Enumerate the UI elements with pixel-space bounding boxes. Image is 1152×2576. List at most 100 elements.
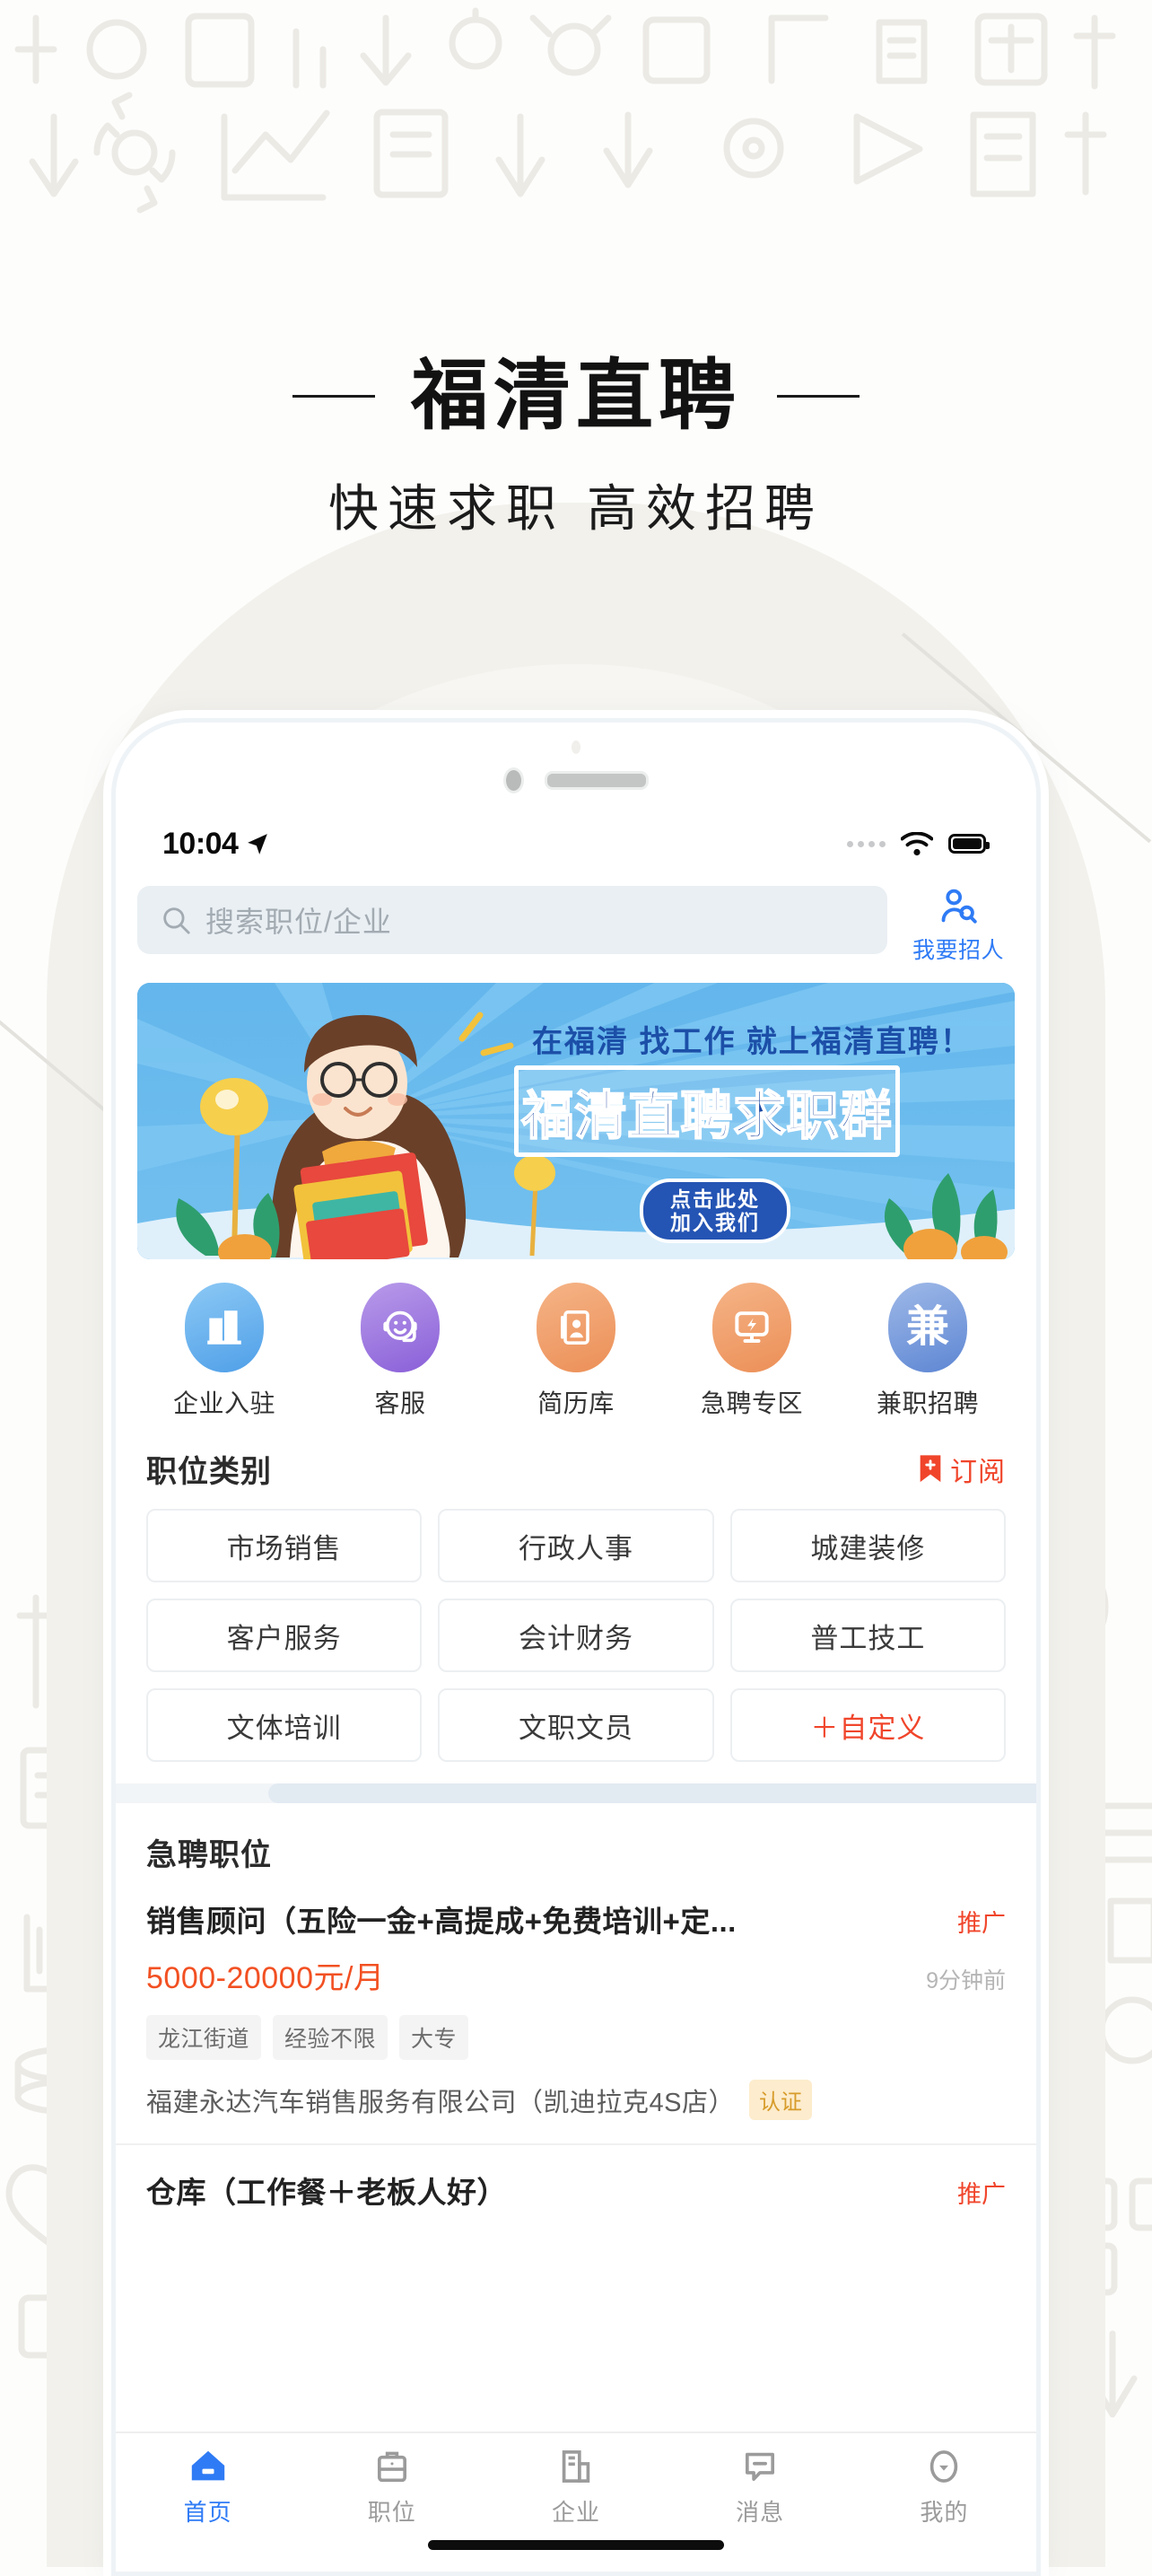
category-cell-custom[interactable]: ＋自定义 [729, 1688, 1006, 1762]
status-left: 10:04 [162, 827, 269, 862]
wifi-icon [901, 831, 933, 855]
category-cell[interactable]: 市场销售 [146, 1509, 423, 1582]
tab-label: 消息 [736, 2499, 785, 2526]
job-tag: 大专 [399, 2015, 469, 2060]
job-tags: 龙江街道 经验不限 大专 [146, 2015, 1006, 2060]
profile-icon [930, 2450, 958, 2483]
tab-jobs[interactable]: 职位 [316, 2446, 468, 2528]
job-title: 仓库（工作餐＋老板人好） [146, 2176, 507, 2209]
jian-char-icon: 兼 [888, 1283, 967, 1372]
lightning-monitor-icon [712, 1283, 791, 1372]
category-cell[interactable]: 行政人事 [438, 1509, 714, 1582]
search-row: 搜索职位/企业 我要招人 [116, 882, 1036, 965]
banner-cta-line2: 加入我们 [670, 1210, 760, 1234]
category-cell[interactable]: 文职文员 [438, 1688, 714, 1762]
battery-full-icon [948, 834, 990, 854]
rule-left [292, 394, 375, 398]
headset-face-icon [361, 1283, 440, 1372]
category-grid: 市场销售 行政人事 城建装修 客户服务 会计财务 普工技工 文体培训 文职文员 … [116, 1491, 1036, 1762]
urgent-section-title: 急聘职位 [146, 1838, 272, 1872]
page-title: 福清直聘 [411, 353, 741, 439]
quick-actions-row: 企业入驻 客服 简历库 急聘专区 兼 兼职招聘 [116, 1259, 1036, 1420]
message-icon [746, 2452, 775, 2482]
tab-label: 首页 [183, 2499, 232, 2526]
banner-main-text: 福清直聘求职群 [520, 1086, 893, 1146]
bookmark-plus-icon [920, 1454, 941, 1482]
job-posted-time: 9分钟前 [926, 1968, 1006, 1993]
recruit-button[interactable]: 我要招人 [903, 886, 1013, 965]
job-title-row: 仓库（工作餐＋老板人好） 推广 [146, 2169, 1006, 2212]
tab-messages[interactable]: 消息 [684, 2446, 836, 2528]
job-title-row: 销售顾问（五险一金+高提成+免费培训+定... 推广 [146, 1897, 1006, 1941]
promo-subtitle: 快速求职 高效招聘 [328, 482, 824, 538]
front-camera-icon [572, 740, 580, 754]
company-name: 福建永达汽车销售服务有限公司（凯迪拉克4S店） [146, 2088, 735, 2117]
tab-companies[interactable]: 企业 [500, 2446, 652, 2528]
tab-home[interactable]: 首页 [132, 2446, 284, 2528]
category-header: 职位类别 订阅 [116, 1420, 1036, 1491]
search-icon [163, 907, 190, 934]
quick-action-label: 客服 [374, 1389, 426, 1417]
quick-action-company-entry[interactable]: 企业入驻 [157, 1283, 292, 1420]
category-title: 职位类别 [146, 1455, 272, 1489]
search-input[interactable]: 搜索职位/企业 [137, 886, 887, 954]
quick-action-label: 企业入驻 [172, 1389, 275, 1417]
job-list-item[interactable]: 仓库（工作餐＋老板人好） 推广 [116, 2145, 1036, 2212]
quick-action-label: 兼职招聘 [876, 1389, 979, 1417]
banner-cta-button[interactable]: 点击此处 加入我们 [640, 1178, 790, 1243]
resume-card-icon [537, 1283, 615, 1372]
person-search-icon [941, 889, 977, 924]
job-tag: 龙江街道 [146, 2015, 262, 2060]
speaker-row [503, 767, 649, 793]
category-cell[interactable]: 客户服务 [146, 1599, 423, 1672]
category-cell[interactable]: 普工技工 [729, 1599, 1006, 1672]
home-icon [191, 2450, 224, 2481]
app-screen: 10:04 搜索职位/企业 我要招人 在福清 找工作 就上福清直聘！ 福清直聘求… [116, 805, 1036, 2564]
briefcase-icon [377, 2451, 406, 2483]
location-arrow-icon [248, 834, 268, 854]
job-tag: 经验不限 [273, 2015, 388, 2060]
tab-label: 职位 [367, 2499, 416, 2526]
promoted-badge: 推广 [957, 1910, 1006, 1937]
search-placeholder: 搜索职位/企业 [205, 906, 392, 938]
banner-cta-line1: 点击此处 [670, 1187, 760, 1211]
category-cell[interactable]: 文体培训 [146, 1688, 423, 1762]
banner-headline: 在福清 找工作 就上福清直聘！ [532, 1025, 973, 1059]
category-cell[interactable]: 会计财务 [438, 1599, 714, 1672]
subscribe-button[interactable]: 订阅 [917, 1450, 1006, 1489]
quick-action-urgent-zone[interactable]: 急聘专区 [685, 1283, 819, 1420]
company-icon [562, 2450, 590, 2483]
status-time: 10:04 [162, 826, 239, 861]
tab-label: 企业 [551, 2499, 600, 2526]
job-meta-row: 5000-20000元/月 9分钟前 [146, 1953, 1006, 1997]
phone-mockup: 10:04 搜索职位/企业 我要招人 在福清 找工作 就上福清直聘！ 福清直聘求… [111, 718, 1041, 2576]
promo-title-row: 福清直聘 [0, 357, 1152, 434]
recruit-label: 我要招人 [912, 938, 1004, 963]
status-right [847, 831, 990, 856]
banner-main-box: 福清直聘求职群 [514, 1065, 900, 1157]
promo-header: 福清直聘 快速求职 高效招聘 [0, 0, 1152, 541]
rule-right [777, 394, 860, 398]
tab-profile[interactable]: 我的 [868, 2446, 1020, 2528]
subscribe-label: 订阅 [950, 1457, 1006, 1487]
job-title: 销售顾问（五险一金+高提成+免费培训+定... [146, 1905, 737, 1938]
job-list-item[interactable]: 销售顾问（五险一金+高提成+免费培训+定... 推广 5000-20000元/月… [116, 1874, 1036, 2145]
promoted-badge: 推广 [957, 2181, 1006, 2208]
promo-banner[interactable]: 在福清 找工作 就上福清直聘！ 福清直聘求职群 点击此处 加入我们 [137, 983, 1015, 1259]
category-cell[interactable]: 城建装修 [729, 1509, 1006, 1582]
quick-action-label: 急聘专区 [700, 1389, 803, 1417]
verified-badge: 认证 [748, 2080, 812, 2120]
sensor-dot-icon [503, 767, 524, 793]
signal-dots-icon [847, 840, 886, 847]
earpiece-speaker-icon [545, 771, 649, 790]
section-divider-strip [116, 1783, 1036, 1803]
tab-label: 我的 [920, 2499, 969, 2526]
job-company-row: 福建永达汽车销售服务有限公司（凯迪拉克4S店） 认证 [146, 2080, 1006, 2120]
phone-top-bezel [116, 723, 1036, 805]
status-bar: 10:04 [116, 805, 1036, 882]
building-icon [185, 1283, 264, 1372]
home-indicator [428, 2540, 724, 2550]
quick-action-resume-library[interactable]: 简历库 [509, 1283, 643, 1420]
quick-action-customer-service[interactable]: 客服 [333, 1283, 467, 1420]
quick-action-parttime[interactable]: 兼 兼职招聘 [860, 1283, 995, 1420]
